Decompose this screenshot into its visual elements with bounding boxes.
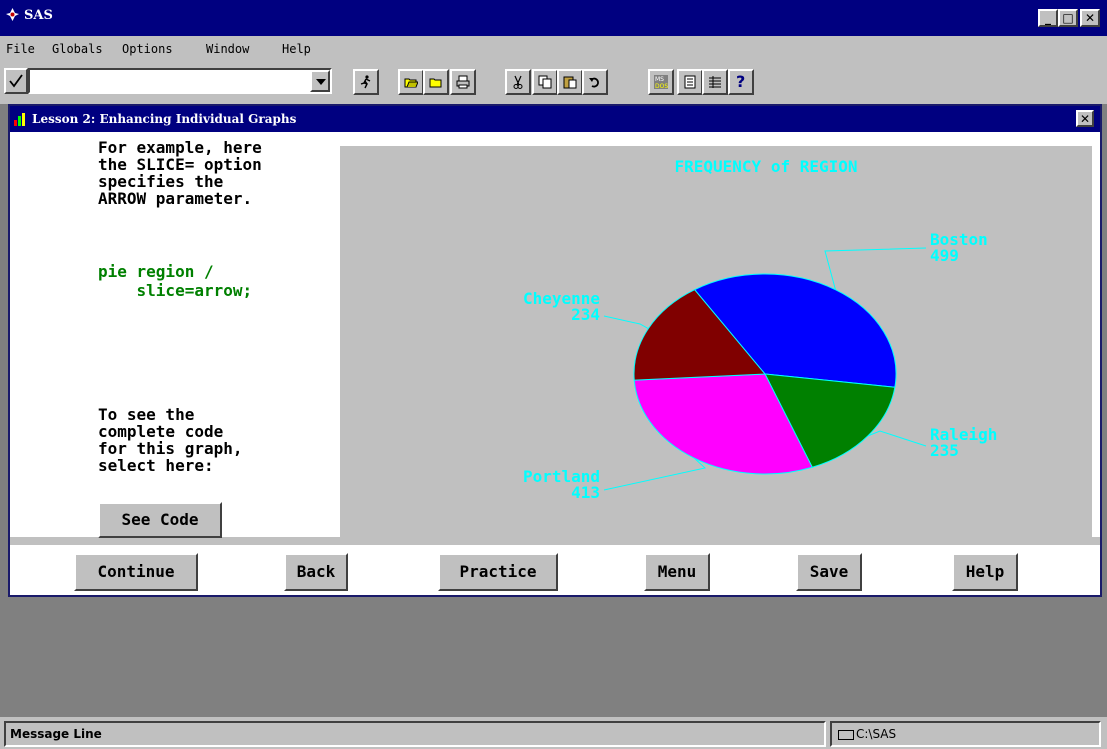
title-bar: SAS _ □ ✕ (0, 0, 1107, 36)
cut-icon (513, 75, 523, 89)
status-bar: Message Line C:\SAS (0, 717, 1107, 749)
copy-icon (538, 75, 552, 89)
menu-bar: File Globals Options Window Help (0, 36, 1107, 62)
print-button[interactable] (450, 69, 476, 95)
check-button[interactable] (4, 68, 28, 94)
run-icon (360, 75, 371, 89)
leader-line-boston (824, 247, 927, 290)
menu-globals[interactable]: Globals (52, 42, 103, 56)
menu-file[interactable]: File (6, 42, 35, 56)
leader-line-cheyenne (603, 315, 649, 330)
menu-button[interactable]: Menu (644, 553, 710, 591)
msdos-icon: MSDOS (654, 75, 668, 89)
folder-icon (429, 78, 442, 88)
lesson-close-button[interactable]: ✕ (1076, 110, 1094, 127)
chart-title: FREQUENCY of REGION (674, 157, 857, 176)
help-nav-button[interactable]: Help (952, 553, 1018, 591)
run-button[interactable] (353, 69, 379, 95)
svg-text:MS: MS (655, 76, 664, 83)
lesson-intro-text: For example, here the SLICE= option spec… (98, 138, 262, 208)
message-line: Message Line (4, 721, 826, 747)
svg-text:DOS: DOS (655, 83, 668, 89)
slice-value-boston: 499 (930, 246, 959, 265)
drive-icon (838, 729, 854, 740)
paste-button[interactable] (557, 69, 583, 95)
list-button[interactable] (702, 69, 728, 95)
slice-value-cheyenne: 234 (571, 305, 600, 324)
slice-value-raleigh: 235 (930, 441, 959, 460)
continue-button[interactable]: Continue (74, 553, 198, 591)
maximize-button[interactable]: □ (1058, 9, 1078, 27)
pie-chart: FREQUENCY of REGION Boston499Raleigh235P… (340, 146, 1092, 544)
open-button[interactable] (398, 69, 424, 95)
folder-button[interactable] (423, 69, 449, 95)
menu-window[interactable]: Window (206, 42, 249, 56)
maximize-icon: □ (1062, 11, 1074, 25)
close-icon: ✕ (1079, 112, 1091, 126)
close-button[interactable]: ✕ (1080, 9, 1100, 27)
cut-button[interactable] (505, 69, 531, 95)
see-code-button[interactable]: See Code (98, 502, 222, 538)
menu-options[interactable]: Options (122, 42, 173, 56)
practice-button[interactable]: Practice (438, 553, 558, 591)
help-button[interactable]: ? (728, 69, 754, 95)
sas-logo-icon (6, 8, 19, 21)
lesson-title: Lesson 2: Enhancing Individual Graphs (32, 112, 297, 126)
properties-button[interactable] (677, 69, 703, 95)
undo-button[interactable] (582, 69, 608, 95)
list-icon (709, 76, 721, 88)
help-icon: ? (736, 72, 746, 91)
code-snippet: pie region / slice=arrow; (98, 262, 253, 300)
lesson-title-bar: Lesson 2: Enhancing Individual Graphs ✕ (10, 106, 1100, 132)
current-path: C:\SAS (830, 721, 1101, 747)
open-icon (404, 78, 418, 88)
slice-value-portland: 413 (571, 483, 600, 502)
back-button[interactable]: Back (284, 553, 348, 591)
toolbar: MS DOS ? (0, 62, 1107, 104)
copy-button[interactable] (532, 69, 558, 95)
undo-icon (589, 77, 599, 88)
command-dropdown-button[interactable] (310, 70, 330, 92)
see-code-prompt: To see the complete code for this graph,… (98, 405, 243, 475)
properties-icon (684, 75, 696, 89)
minimize-icon: _ (1045, 11, 1051, 25)
minimize-button[interactable]: _ (1038, 9, 1058, 27)
print-icon (456, 75, 470, 89)
leader-line-portland (603, 457, 707, 491)
lesson-window: Lesson 2: Enhancing Individual Graphs ✕ … (8, 104, 1102, 597)
paste-icon (563, 76, 577, 89)
msdos-button[interactable]: MS DOS (648, 69, 674, 95)
command-box[interactable] (28, 68, 332, 94)
dropdown-arrow-icon (316, 79, 326, 85)
path-text: C:\SAS (856, 727, 897, 741)
menu-help[interactable]: Help (282, 42, 311, 56)
check-icon (9, 74, 23, 88)
leader-line-raleigh (867, 430, 927, 447)
lesson-icon (14, 113, 25, 126)
app-title: SAS (24, 8, 53, 23)
close-icon: ✕ (1084, 11, 1096, 25)
save-button[interactable]: Save (796, 553, 862, 591)
